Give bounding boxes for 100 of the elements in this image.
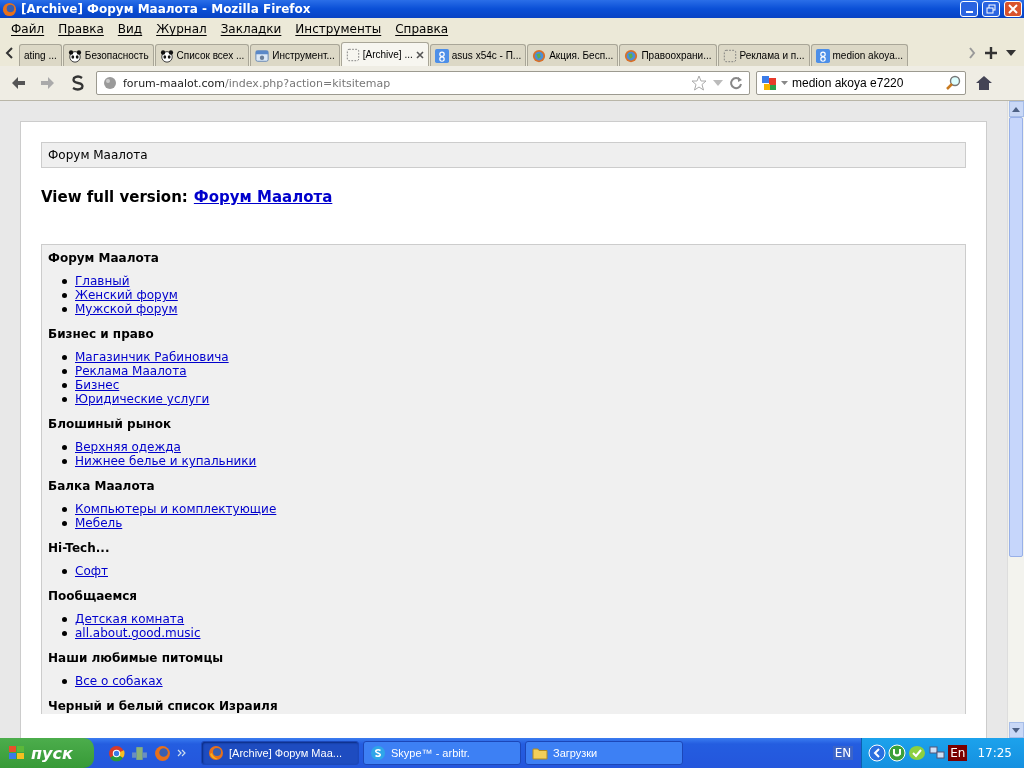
scroll-thumb[interactable]	[1009, 117, 1023, 557]
window-title: [Archive] Форум Маалота - Mozilla Firefox	[21, 2, 312, 16]
url-text: forum-maalot.com/index.php?action=kitsitemap	[123, 76, 392, 90]
browser-tab[interactable]: [Archive] ...	[340, 42, 429, 66]
address-bar[interactable]: forum-maalot.com/index.php?action=kitsitemap	[96, 71, 750, 95]
close-button[interactable]	[1004, 1, 1022, 17]
forum-link[interactable]: Нижнее белье и купальники	[75, 454, 257, 468]
window-icon	[255, 48, 270, 63]
forum-link[interactable]: Юридические услуги	[75, 392, 210, 406]
forum-link[interactable]: Верхняя одежда	[75, 440, 181, 454]
bullet-icon	[62, 382, 67, 388]
forum-link[interactable]: Компьютеры и комплектующие	[75, 502, 277, 516]
bullet-icon	[62, 630, 67, 636]
chrome-icon[interactable]	[108, 744, 125, 762]
browser-tab[interactable]: ating ...	[19, 44, 62, 66]
close-icon	[1008, 4, 1018, 14]
search-engine-icon[interactable]	[761, 75, 777, 91]
taskbar-button[interactable]: [Archive] Форум Маа...	[201, 741, 359, 765]
section-heading: Пообщаемся	[48, 588, 139, 604]
bullet-icon	[62, 458, 67, 464]
bullet-icon	[62, 354, 67, 360]
menu-item[interactable]: Журнал	[149, 22, 214, 36]
forum-link[interactable]: all.about.good.music	[75, 626, 201, 640]
minimize-button[interactable]	[960, 1, 978, 17]
browser-tab[interactable]: Правоохрани...	[619, 44, 717, 66]
menu-item[interactable]: Закладки	[213, 22, 289, 36]
bullet-icon	[62, 292, 67, 298]
globe-icon	[624, 48, 639, 63]
forum-link[interactable]: Мужской форум	[75, 302, 178, 316]
globe-icon	[103, 76, 117, 90]
scroll-down-icon[interactable]	[1012, 727, 1020, 733]
folder-icon	[532, 745, 548, 761]
language-indicator[interactable]: EN	[832, 746, 854, 760]
bullet-icon	[62, 396, 67, 402]
bullet-icon	[62, 306, 67, 312]
browser-tab[interactable]: Безопасность	[62, 44, 154, 66]
menu-item[interactable]: Справка	[388, 22, 456, 36]
breadcrumb: Форум Маалота	[41, 142, 966, 168]
restore-icon	[986, 4, 996, 14]
network-icon[interactable]	[131, 744, 148, 762]
browser-tab[interactable]: medion akoya...	[810, 44, 909, 66]
menu-item[interactable]: Инструменты	[288, 22, 389, 36]
menu-item[interactable]: Файл	[4, 22, 52, 36]
forum-link[interactable]: Магазинчик Рабиновича	[75, 350, 229, 364]
torrent-icon[interactable]	[888, 744, 907, 762]
scrollbar[interactable]	[1007, 101, 1024, 738]
blank-page-icon	[345, 47, 360, 62]
forum-link[interactable]: Бизнес	[75, 378, 120, 392]
bullet-icon	[62, 678, 67, 684]
browser-tab[interactable]: asus x54c - П...	[429, 44, 527, 66]
windows-logo-icon	[8, 745, 26, 761]
section-heading: Наши любимые питомцы	[48, 650, 225, 666]
browser-tab[interactable]: Инструмент...	[250, 44, 340, 66]
browser-tab[interactable]: Акция. Бесп...	[527, 44, 619, 66]
network-icon[interactable]	[928, 744, 947, 762]
chevron-icon[interactable]	[177, 749, 187, 757]
check-icon[interactable]	[908, 744, 927, 762]
forum-link[interactable]: Реклама Маалота	[75, 364, 187, 378]
menu-item[interactable]: Вид	[110, 22, 150, 36]
close-tab-icon[interactable]	[415, 50, 424, 59]
blank-page-icon	[722, 48, 737, 63]
panda-icon	[67, 48, 82, 63]
section-heading: Форум Маалота	[48, 250, 160, 266]
search-icon[interactable]	[945, 75, 961, 91]
forum-link[interactable]: Женский форум	[75, 288, 178, 302]
star-icon[interactable]	[691, 75, 707, 91]
bullet-icon	[62, 616, 67, 622]
menu-item[interactable]: Правка	[51, 22, 111, 36]
keyboard-language[interactable]: En	[948, 745, 968, 761]
collapse-icon[interactable]	[868, 744, 887, 762]
plus-icon[interactable]	[984, 46, 998, 60]
firefox-icon	[2, 1, 17, 17]
forum-link[interactable]: Мебель	[75, 516, 123, 530]
bullet-icon	[62, 506, 67, 512]
restore-button[interactable]	[982, 1, 1000, 17]
dropdown-icon[interactable]	[1006, 50, 1016, 56]
bullet-icon	[62, 278, 67, 284]
forum-link[interactable]: Главный	[75, 274, 130, 288]
firefox-icon	[208, 745, 224, 761]
scroll-up-icon[interactable]	[1012, 106, 1020, 112]
forum-link[interactable]: Все о собаках	[75, 674, 163, 688]
full-version-link[interactable]: Форум Маалота	[193, 188, 333, 206]
minimize-icon	[965, 11, 973, 13]
forum-link[interactable]: Детская комната	[75, 612, 185, 626]
clock: 17:25	[977, 746, 1012, 760]
section-heading: Блошиный рынок	[48, 416, 173, 432]
reload-icon[interactable]	[729, 76, 743, 90]
full-version-label: View full version:	[41, 188, 188, 206]
bullet-icon	[62, 568, 67, 574]
scroll-right-icon[interactable]	[968, 46, 976, 60]
section-heading: Бизнес и право	[48, 326, 155, 342]
forum-link[interactable]: Софт	[75, 564, 108, 578]
search-field[interactable]: medion akoya e7220	[756, 71, 966, 95]
panda-icon	[159, 48, 174, 63]
taskbar-button[interactable]: Skype™ - arbitr.	[363, 741, 521, 765]
bullet-icon	[62, 368, 67, 374]
taskbar-button[interactable]: Загрузки	[525, 741, 683, 765]
bullet-icon	[62, 520, 67, 526]
browser-tab[interactable]: Реклама и п...	[717, 44, 810, 66]
browser-tab[interactable]: Список всех ...	[154, 44, 250, 66]
